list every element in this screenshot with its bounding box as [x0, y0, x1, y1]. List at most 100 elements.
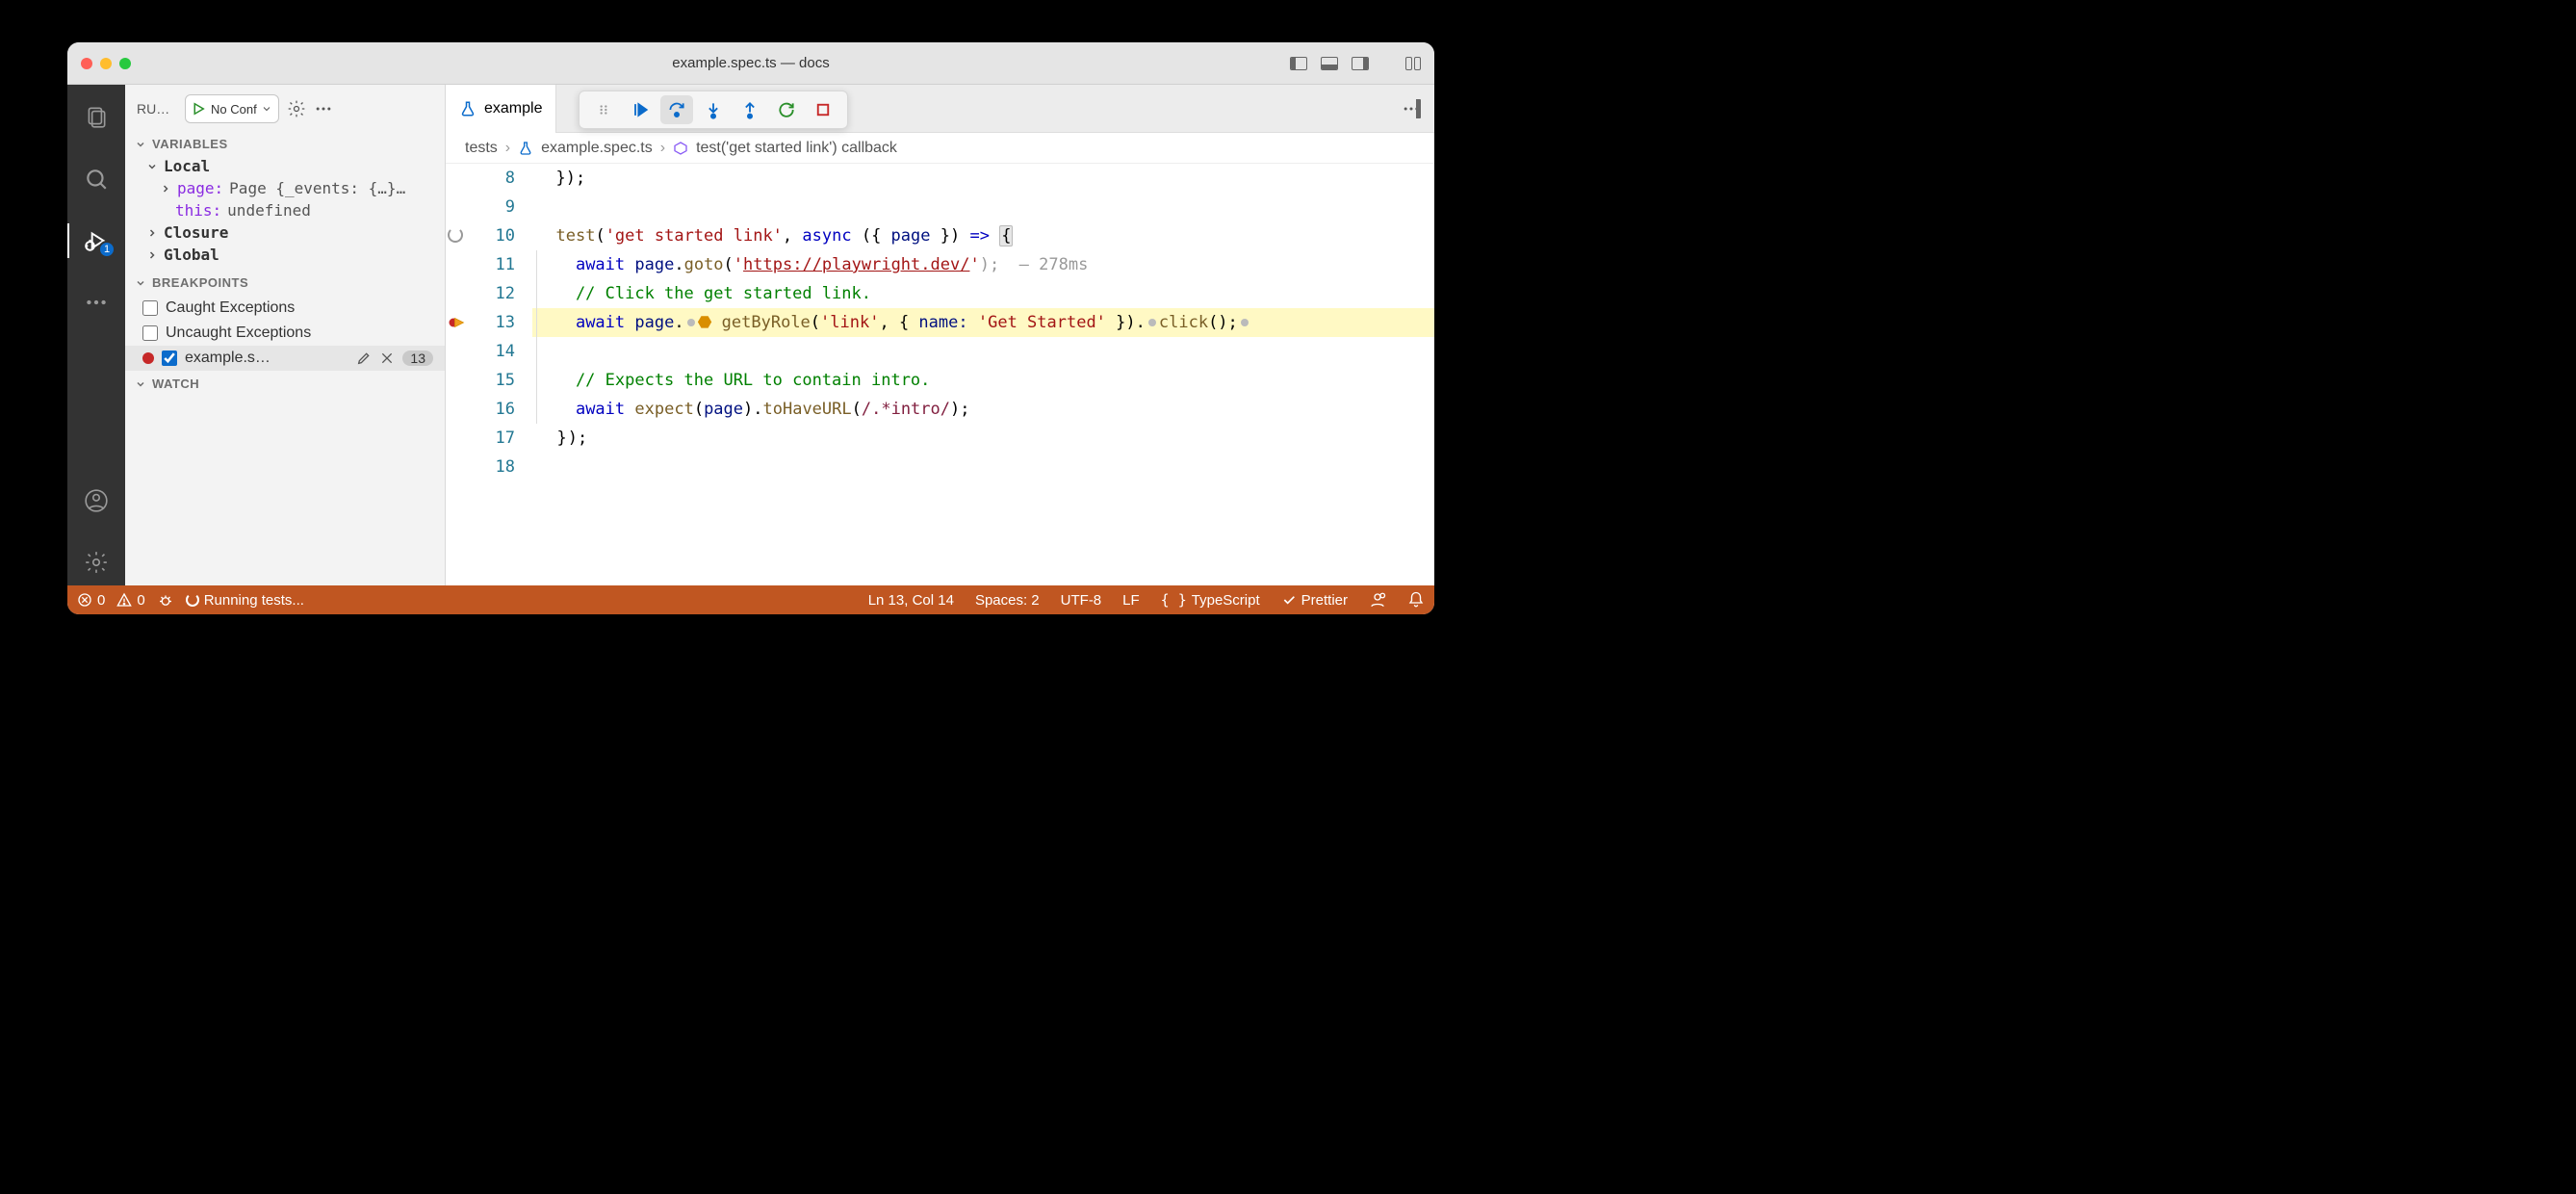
step-into-icon[interactable] — [697, 95, 730, 124]
sb-running-tests[interactable]: Running tests... — [186, 592, 304, 609]
chevron-right-icon — [146, 249, 158, 261]
code-lines[interactable]: }); test('get started link', async ({ pa… — [532, 164, 1434, 481]
variable-this[interactable]: this: undefined — [125, 199, 445, 221]
window-title: example.spec.ts — docs — [672, 55, 829, 71]
flask-icon — [518, 141, 533, 156]
variable-value: Page {_events: {…}… — [229, 179, 405, 197]
variable-page[interactable]: page: Page {_events: {…}… — [125, 177, 445, 199]
caught-label: Caught Exceptions — [166, 299, 295, 317]
sb-language-mode[interactable]: { } TypeScript — [1161, 591, 1260, 609]
debug-settings-icon[interactable] — [287, 99, 306, 118]
breadcrumb-symbol[interactable]: test('get started link') callback — [696, 140, 897, 157]
edit-breakpoint-icon[interactable] — [356, 350, 372, 366]
sb-errors[interactable]: 0 — [77, 592, 105, 609]
global-label: Global — [164, 246, 219, 264]
language-label: TypeScript — [1192, 592, 1260, 609]
breakpoint-uncaught-exceptions[interactable]: Uncaught Exceptions — [125, 321, 445, 346]
sb-prettier[interactable]: Prettier — [1281, 592, 1348, 609]
sb-encoding[interactable]: UTF-8 — [1061, 592, 1102, 609]
run-debug-icon[interactable]: 1 — [67, 218, 125, 264]
breadcrumb-file[interactable]: example.spec.ts — [541, 140, 653, 157]
closure-label: Closure — [164, 223, 228, 242]
toggle-secondary-sidebar-icon[interactable] — [1352, 57, 1369, 70]
step-out-icon[interactable] — [734, 95, 766, 124]
config-name: No Conf — [211, 102, 257, 117]
breakpoint-current-icon[interactable] — [448, 314, 465, 331]
debug-config-selector[interactable]: No Conf — [185, 94, 279, 123]
accounts-icon[interactable] — [67, 478, 125, 524]
sb-warnings[interactable]: 0 — [116, 592, 144, 609]
spinner-icon — [186, 593, 199, 607]
warning-count: 0 — [137, 592, 144, 609]
line-number: 11 — [496, 250, 515, 279]
close-window-icon[interactable] — [81, 58, 92, 69]
inline-breakpoint-icon[interactable] — [1148, 319, 1156, 326]
code-editor[interactable]: 8 9 10 11 12 13 14 15 16 — [446, 164, 1434, 585]
sb-notifications-icon[interactable] — [1407, 591, 1425, 609]
watch-section-header[interactable]: Watch — [125, 373, 445, 395]
prettier-label: Prettier — [1301, 592, 1348, 609]
zoom-window-icon[interactable] — [119, 58, 131, 69]
code-line: // Click the get started link. — [532, 279, 1434, 308]
line-number: 13 — [496, 308, 515, 337]
run-and-debug-label: RU… — [137, 101, 177, 117]
customize-layout-icon[interactable] — [1405, 57, 1421, 70]
more-icon[interactable] — [67, 279, 125, 325]
toggle-panel-icon[interactable] — [1321, 57, 1338, 70]
breakpoints-section-header[interactable]: Breakpoints — [125, 272, 445, 294]
search-icon[interactable] — [67, 156, 125, 202]
breadcrumb[interactable]: tests › example.spec.ts › test('get star… — [446, 133, 1434, 164]
settings-gear-icon[interactable] — [67, 539, 125, 585]
local-label: Local — [164, 157, 210, 175]
variables-section-header[interactable]: Variables — [125, 133, 445, 155]
remove-breakpoint-icon[interactable] — [379, 350, 395, 366]
drag-handle-icon[interactable] — [587, 95, 620, 124]
step-over-icon[interactable] — [660, 95, 693, 124]
explorer-icon[interactable] — [67, 94, 125, 141]
chevron-right-icon — [146, 227, 158, 239]
code-line: await expect(page).toHaveURL(/.*intro/); — [532, 395, 1434, 424]
continue-icon[interactable] — [624, 95, 657, 124]
step-target-icon: ⬣ — [698, 308, 722, 337]
stop-icon[interactable] — [807, 95, 839, 124]
caught-exceptions-checkbox[interactable] — [142, 300, 158, 316]
flask-icon — [459, 100, 477, 117]
breakpoint-filename: example.s… — [185, 350, 348, 367]
chevron-right-icon — [160, 183, 171, 195]
symbol-method-icon — [673, 141, 688, 156]
chevron-down-icon — [261, 103, 272, 115]
inline-breakpoint-icon[interactable] — [1241, 319, 1249, 326]
inline-breakpoint-icon[interactable] — [687, 319, 695, 326]
uncaught-exceptions-checkbox[interactable] — [142, 325, 158, 341]
minimize-window-icon[interactable] — [100, 58, 112, 69]
line-gutter: 8 9 10 11 12 13 14 15 16 — [446, 164, 532, 481]
status-bar: 0 0 Running tests... Ln 13, Col 14 Space… — [67, 585, 1434, 614]
sb-cursor-position[interactable]: Ln 13, Col 14 — [868, 592, 954, 609]
line-number: 16 — [496, 395, 515, 424]
breakpoint-line-badge: 13 — [402, 350, 433, 366]
variable-scope-global[interactable]: Global — [125, 244, 445, 266]
editor-tab[interactable]: example — [446, 85, 556, 133]
breakpoint-dot-icon — [142, 352, 154, 364]
variable-scope-closure[interactable]: Closure — [125, 221, 445, 244]
line-number: 14 — [496, 337, 515, 366]
debug-sidebar: RU… No Conf — [125, 85, 446, 585]
restart-icon[interactable] — [770, 95, 803, 124]
sb-debug-icon[interactable] — [157, 591, 174, 609]
watch-label: Watch — [152, 376, 199, 391]
start-debug-icon[interactable] — [190, 100, 207, 117]
activity-bar: 1 — [67, 85, 125, 585]
breakpoint-file-entry[interactable]: example.s… 13 — [125, 346, 445, 371]
breadcrumb-folder[interactable]: tests — [465, 140, 498, 157]
debug-more-icon[interactable] — [314, 99, 333, 118]
sb-eol[interactable]: LF — [1122, 592, 1140, 609]
toggle-primary-sidebar-icon[interactable] — [1290, 57, 1307, 70]
code-line: test('get started link', async ({ page }… — [532, 221, 1434, 250]
editor-actions — [1388, 99, 1421, 118]
variable-scope-local[interactable]: Local — [125, 155, 445, 177]
debug-toolbar[interactable] — [579, 91, 848, 129]
sb-feedback-icon[interactable] — [1369, 591, 1386, 609]
sb-indentation[interactable]: Spaces: 2 — [975, 592, 1040, 609]
breakpoint-checkbox[interactable] — [162, 350, 177, 366]
breakpoint-caught-exceptions[interactable]: Caught Exceptions — [125, 296, 445, 321]
